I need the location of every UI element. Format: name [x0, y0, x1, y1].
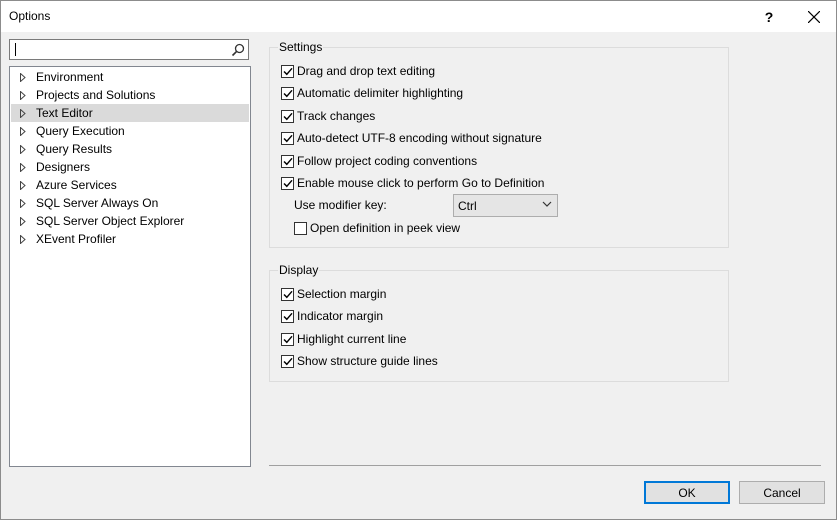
checkbox[interactable]	[281, 332, 294, 346]
tree-item-label: SQL Server Object Explorer	[36, 214, 185, 228]
option-structure-guide-lines[interactable]: Show structure guide lines	[281, 352, 438, 370]
checkbox[interactable]	[281, 109, 294, 123]
tree-item-sql-server-object-explorer[interactable]: SQL Server Object Explorer	[11, 212, 249, 230]
option-auto-detect-utf8[interactable]: Auto-detect UTF-8 encoding without signa…	[281, 129, 542, 147]
checkbox[interactable]	[281, 287, 294, 301]
close-button[interactable]	[791, 1, 837, 32]
option-label: Auto-detect UTF-8 encoding without signa…	[297, 131, 542, 145]
option-label: Indicator margin	[297, 309, 384, 323]
expand-arrow-icon[interactable]	[20, 72, 30, 82]
modifier-key-select[interactable]: Ctrl	[453, 194, 558, 217]
option-indicator-margin[interactable]: Indicator margin	[281, 307, 383, 325]
checkmark-icon	[283, 312, 293, 320]
option-label: Track changes	[297, 109, 376, 123]
tree-item-xevent-profiler[interactable]: XEvent Profiler	[11, 230, 249, 248]
title-bar: Options ?	[1, 1, 836, 32]
option-label: Automatic delimiter highlighting	[297, 86, 464, 100]
tree-item-label: SQL Server Always On	[36, 196, 159, 210]
checkmark-icon	[283, 89, 293, 97]
tree-item-query-execution[interactable]: Query Execution	[11, 122, 249, 140]
option-track-changes[interactable]: Track changes	[281, 107, 375, 125]
tree-item-label: Query Execution	[36, 124, 125, 138]
settings-group-title: Settings	[278, 40, 324, 54]
tree-item-projects-and-solutions[interactable]: Projects and Solutions	[11, 86, 249, 104]
tree-item-label: Azure Services	[36, 178, 117, 192]
cancel-button[interactable]: Cancel	[739, 481, 825, 504]
option-label: Enable mouse click to perform Go to Defi…	[297, 176, 545, 190]
checkmark-icon	[283, 67, 293, 75]
checkmark-icon	[283, 157, 293, 165]
checkbox[interactable]	[281, 154, 294, 168]
search-icon[interactable]	[230, 42, 246, 58]
option-highlight-current-line[interactable]: Highlight current line	[281, 330, 406, 348]
expand-arrow-icon[interactable]	[20, 144, 30, 154]
tree-item-label: Text Editor	[36, 106, 93, 120]
checkbox[interactable]	[281, 64, 294, 78]
option-selection-margin[interactable]: Selection margin	[281, 285, 386, 303]
option-label: Show structure guide lines	[297, 354, 438, 368]
tree-item-label: XEvent Profiler	[36, 232, 117, 246]
expand-arrow-icon[interactable]	[20, 126, 30, 136]
option-label: Follow project coding conventions	[297, 154, 478, 168]
option-mouse-click-go-to-definition[interactable]: Enable mouse click to perform Go to Defi…	[281, 174, 544, 192]
tree-item-label: Environment	[36, 70, 104, 84]
help-button[interactable]: ?	[746, 1, 792, 32]
tree-item-label: Projects and Solutions	[36, 88, 156, 102]
expand-arrow-icon[interactable]	[20, 90, 30, 100]
checkbox[interactable]	[281, 86, 294, 100]
checkmark-icon	[283, 290, 293, 298]
checkmark-icon	[283, 335, 293, 343]
search-input[interactable]	[9, 39, 249, 60]
checkbox[interactable]	[281, 354, 294, 368]
checkbox[interactable]	[281, 176, 294, 190]
expand-arrow-icon[interactable]	[20, 180, 30, 190]
option-label: Selection margin	[297, 287, 387, 301]
option-peek-view[interactable]: Open definition in peek view	[294, 219, 460, 237]
expand-arrow-icon[interactable]	[20, 198, 30, 208]
expand-arrow-icon[interactable]	[20, 108, 30, 118]
chevron-down-icon	[542, 201, 552, 207]
tree-item-label: Designers	[36, 160, 91, 174]
options-tree[interactable]: Environment Projects and Solutions Text …	[9, 66, 251, 467]
option-label: Drag and drop text editing	[297, 64, 436, 78]
tree-item-label: Query Results	[36, 142, 113, 156]
text-caret	[15, 43, 16, 56]
option-delimiter-highlighting[interactable]: Automatic delimiter highlighting	[281, 84, 463, 102]
modifier-key-value: Ctrl	[458, 199, 477, 213]
option-label: Highlight current line	[297, 332, 407, 346]
checkbox[interactable]	[281, 309, 294, 323]
checkbox[interactable]	[281, 131, 294, 145]
display-group-title: Display	[278, 263, 320, 277]
tree-item-azure-services[interactable]: Azure Services	[11, 176, 249, 194]
modifier-key-label: Use modifier key:	[294, 198, 387, 212]
checkmark-icon	[283, 179, 293, 187]
footer-divider	[269, 465, 821, 466]
checkbox[interactable]	[294, 221, 307, 235]
tree-item-query-results[interactable]: Query Results	[11, 140, 249, 158]
checkmark-icon	[283, 112, 293, 120]
window-title: Options	[9, 9, 51, 23]
tree-item-text-editor[interactable]: Text Editor	[11, 104, 249, 122]
tree-item-sql-server-always-on[interactable]: SQL Server Always On	[11, 194, 249, 212]
option-label: Open definition in peek view	[310, 221, 461, 235]
options-dialog: Options ? Environment Projects and Solut…	[0, 0, 837, 520]
ok-button[interactable]: OK	[644, 481, 730, 504]
tree-item-designers[interactable]: Designers	[11, 158, 249, 176]
expand-arrow-icon[interactable]	[20, 162, 30, 172]
option-drag-drop-editing[interactable]: Drag and drop text editing	[281, 62, 435, 80]
option-follow-coding-conventions[interactable]: Follow project coding conventions	[281, 152, 477, 170]
close-icon	[808, 10, 820, 23]
checkmark-icon	[283, 357, 293, 365]
tree-item-environment[interactable]: Environment	[11, 68, 249, 86]
expand-arrow-icon[interactable]	[20, 216, 30, 226]
expand-arrow-icon[interactable]	[20, 234, 30, 244]
checkmark-icon	[283, 134, 293, 142]
